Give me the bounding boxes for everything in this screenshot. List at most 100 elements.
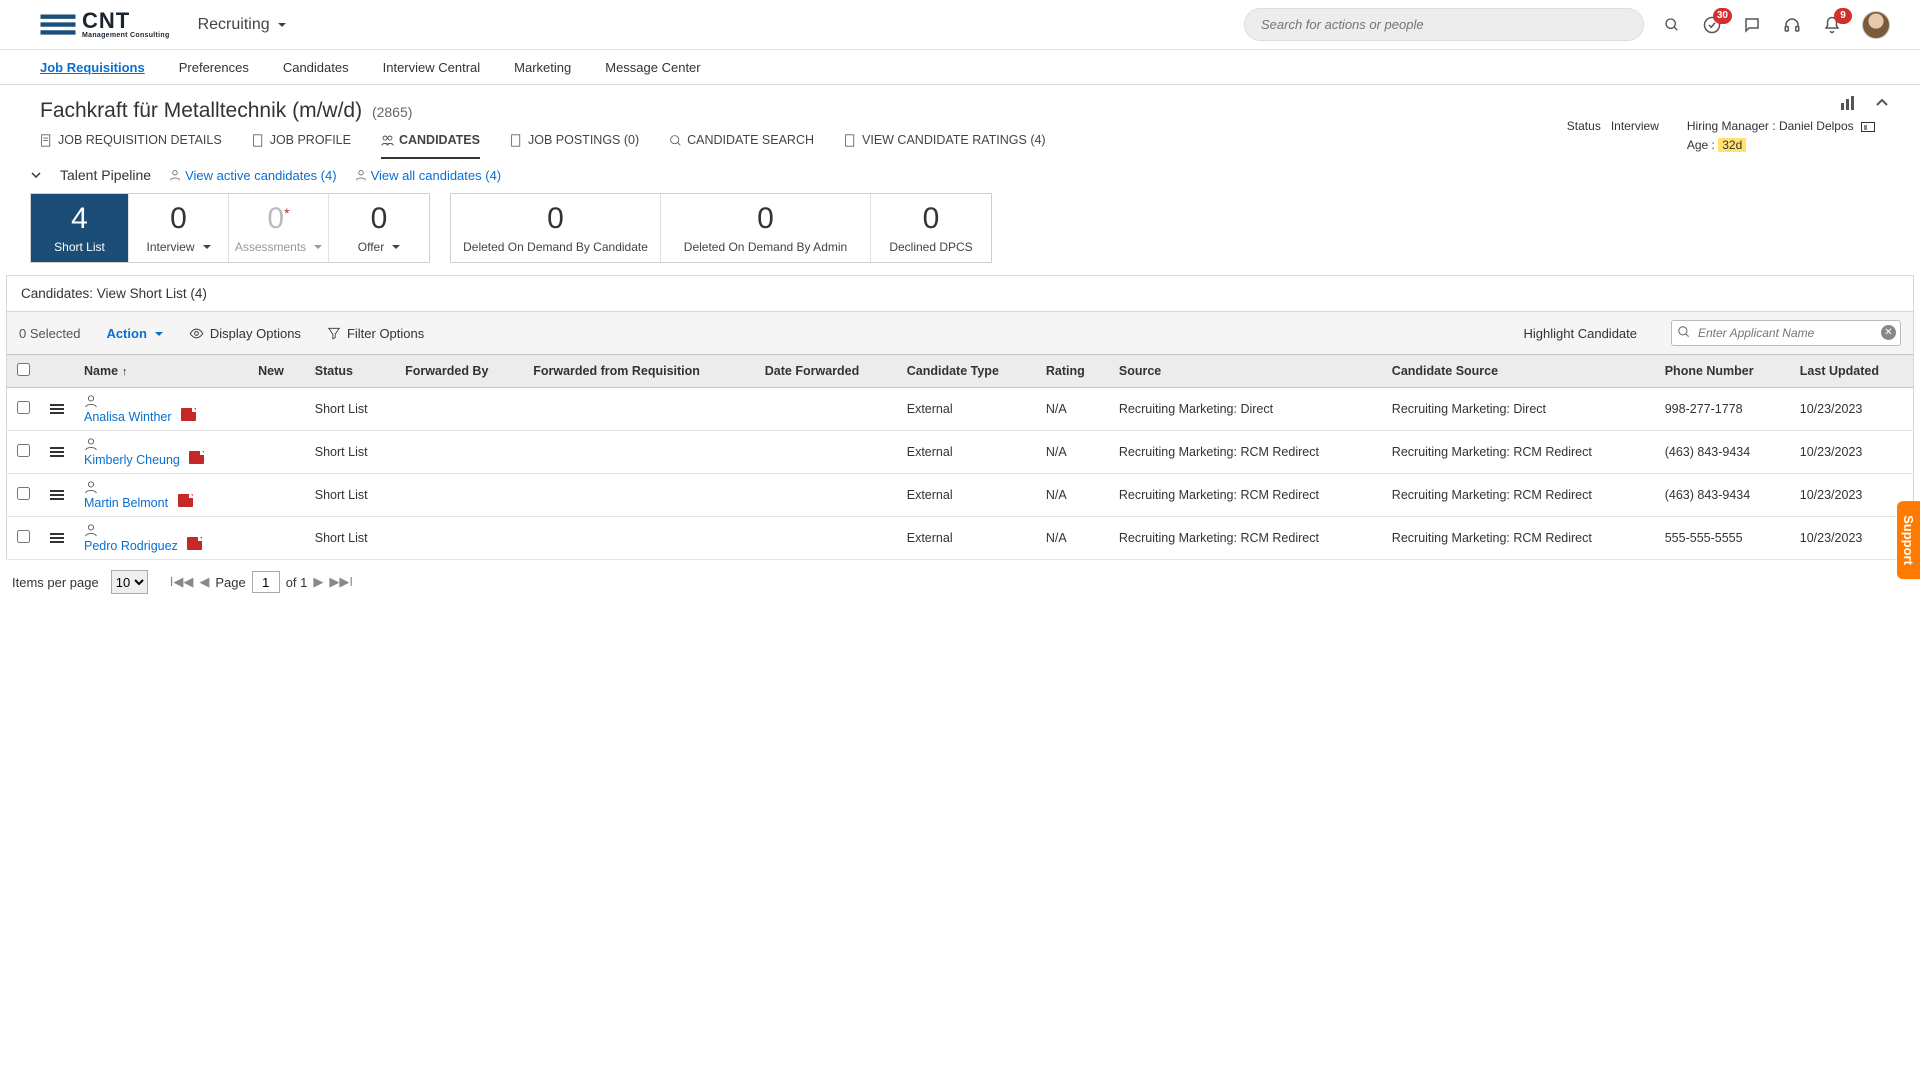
col-forwarded-by[interactable]: Forwarded By bbox=[395, 355, 523, 388]
subtab-search[interactable]: CANDIDATE SEARCH bbox=[669, 133, 814, 159]
table-row: Martin Belmont Short List External N/A R… bbox=[7, 474, 1914, 517]
search-icon[interactable] bbox=[1662, 15, 1682, 35]
status-value: Interview bbox=[1611, 119, 1659, 133]
support-tab[interactable]: Support bbox=[1897, 501, 1920, 579]
subtab-details-label: JOB REQUISITION DETAILS bbox=[58, 133, 222, 147]
col-name[interactable]: Name↑ bbox=[74, 355, 248, 388]
pager: Items per page 10 I◀◀ ◀ Page of 1 ▶ ▶▶I bbox=[0, 560, 1920, 604]
nav-message-center[interactable]: Message Center bbox=[605, 60, 700, 75]
highlight-search[interactable]: ✕ bbox=[1671, 320, 1901, 346]
nav-job-requisitions[interactable]: Job Requisitions bbox=[40, 60, 145, 75]
col-source[interactable]: Source bbox=[1109, 355, 1382, 388]
col-status[interactable]: Status bbox=[305, 355, 395, 388]
main-nav: Job Requisitions Preferences Candidates … bbox=[0, 50, 1920, 85]
todo-icon[interactable]: 30 bbox=[1702, 15, 1722, 35]
candidate-name-link[interactable]: Pedro Rodriguez bbox=[84, 539, 178, 553]
subtab-details[interactable]: JOB REQUISITION DETAILS bbox=[40, 133, 222, 159]
person-icon bbox=[84, 437, 98, 451]
stage-short-list[interactable]: 4 Short List bbox=[31, 194, 129, 262]
of-pages: of 1 bbox=[286, 575, 308, 590]
clear-icon[interactable]: ✕ bbox=[1881, 325, 1896, 340]
row-menu-icon[interactable] bbox=[50, 447, 64, 457]
requisition-title: Fachkraft für Metalltechnik (m/w/d) bbox=[40, 99, 362, 122]
highlight-input[interactable] bbox=[1671, 320, 1901, 346]
chart-icon[interactable] bbox=[1840, 95, 1856, 111]
nav-preferences[interactable]: Preferences bbox=[179, 60, 249, 75]
subtab-candidates[interactable]: CANDIDATES bbox=[381, 133, 480, 159]
link-view-active[interactable]: View active candidates (4) bbox=[169, 168, 337, 183]
items-per-page-select[interactable]: 10 bbox=[111, 570, 148, 594]
subtab-profile[interactable]: JOB PROFILE bbox=[252, 133, 351, 159]
brand-logo: CNT Management Consulting bbox=[40, 10, 170, 39]
resume-pdf-icon[interactable] bbox=[178, 494, 193, 507]
global-search[interactable] bbox=[1244, 8, 1644, 41]
global-search-input[interactable] bbox=[1244, 8, 1644, 41]
nav-interview-central[interactable]: Interview Central bbox=[383, 60, 481, 75]
row-checkbox[interactable] bbox=[17, 487, 30, 500]
headset-icon[interactable] bbox=[1782, 15, 1802, 35]
bell-icon[interactable]: 9 bbox=[1822, 15, 1842, 35]
doc-icon bbox=[40, 134, 53, 147]
col-phone[interactable]: Phone Number bbox=[1655, 355, 1790, 388]
row-checkbox[interactable] bbox=[17, 444, 30, 457]
stage-declined-dpcs[interactable]: 0 Declined DPCS bbox=[871, 194, 991, 262]
cell-type: External bbox=[897, 517, 1036, 560]
filter-options[interactable]: Filter Options bbox=[327, 326, 424, 341]
resume-pdf-icon[interactable] bbox=[189, 451, 204, 464]
nav-marketing[interactable]: Marketing bbox=[514, 60, 571, 75]
col-csource[interactable]: Candidate Source bbox=[1382, 355, 1655, 388]
stage-assessments[interactable]: 0* Assessments bbox=[229, 194, 329, 262]
row-menu-icon[interactable] bbox=[50, 490, 64, 500]
candidate-name-link[interactable]: Kimberly Cheung bbox=[84, 453, 180, 467]
stage-deleted-admin[interactable]: 0 Deleted On Demand By Admin bbox=[661, 194, 871, 262]
module-dropdown[interactable]: Recruiting bbox=[198, 16, 286, 34]
col-new[interactable]: New bbox=[248, 355, 305, 388]
select-all-checkbox[interactable] bbox=[17, 363, 30, 376]
candidates-table: Name↑ New Status Forwarded By Forwarded … bbox=[6, 354, 1914, 560]
highlight-label: Highlight Candidate bbox=[1524, 326, 1637, 341]
col-date-forwarded[interactable]: Date Forwarded bbox=[755, 355, 897, 388]
last-page-icon[interactable]: ▶▶I bbox=[329, 574, 353, 590]
nav-candidates[interactable]: Candidates bbox=[283, 60, 349, 75]
cell-source: Recruiting Marketing: Direct bbox=[1109, 388, 1382, 431]
sort-asc-icon: ↑ bbox=[122, 366, 128, 378]
row-checkbox[interactable] bbox=[17, 401, 30, 414]
candidate-name-link[interactable]: Martin Belmont bbox=[84, 496, 168, 510]
row-menu-icon[interactable] bbox=[50, 533, 64, 543]
cell-source: Recruiting Marketing: RCM Redirect bbox=[1109, 474, 1382, 517]
resume-pdf-icon[interactable] bbox=[187, 537, 202, 550]
age-value: 32d bbox=[1718, 138, 1746, 152]
cell-updated: 10/23/2023 bbox=[1790, 431, 1914, 474]
pipeline-group-1: 4 Short List 0 Interview 0* Assessments … bbox=[30, 193, 430, 263]
eye-icon bbox=[189, 326, 204, 341]
chevron-down-icon[interactable] bbox=[30, 169, 42, 181]
stage-offer[interactable]: 0 Offer bbox=[329, 194, 429, 262]
col-updated[interactable]: Last Updated bbox=[1790, 355, 1914, 388]
first-page-icon[interactable]: I◀◀ bbox=[170, 574, 194, 590]
prev-page-icon[interactable]: ◀ bbox=[199, 574, 209, 590]
col-forwarded-from[interactable]: Forwarded from Requisition bbox=[523, 355, 755, 388]
collapse-icon[interactable] bbox=[1874, 95, 1890, 111]
user-avatar[interactable] bbox=[1862, 11, 1890, 39]
cell-source: Recruiting Marketing: RCM Redirect bbox=[1109, 431, 1382, 474]
next-page-icon[interactable]: ▶ bbox=[313, 574, 323, 590]
row-checkbox[interactable] bbox=[17, 530, 30, 543]
candidate-name-link[interactable]: Analisa Winther bbox=[84, 410, 172, 424]
action-menu[interactable]: Action bbox=[106, 326, 162, 341]
stage-deleted-candidate[interactable]: 0 Deleted On Demand By Candidate bbox=[451, 194, 661, 262]
col-rating[interactable]: Rating bbox=[1036, 355, 1109, 388]
row-menu-icon[interactable] bbox=[50, 404, 64, 414]
display-options[interactable]: Display Options bbox=[189, 326, 301, 341]
page-input[interactable] bbox=[252, 571, 280, 593]
subtab-ratings[interactable]: VIEW CANDIDATE RATINGS (4) bbox=[844, 133, 1046, 159]
resume-pdf-icon[interactable] bbox=[181, 408, 196, 421]
cell-phone: (463) 843-9434 bbox=[1655, 431, 1790, 474]
bell-badge: 9 bbox=[1834, 8, 1852, 24]
stage-interview[interactable]: 0 Interview bbox=[129, 194, 229, 262]
subtab-postings[interactable]: JOB POSTINGS (0) bbox=[510, 133, 639, 159]
logo-text: CNT Management Consulting bbox=[82, 10, 170, 39]
link-view-all[interactable]: View all candidates (4) bbox=[355, 168, 502, 183]
contact-card-icon[interactable] bbox=[1861, 122, 1875, 132]
chat-icon[interactable] bbox=[1742, 15, 1762, 35]
col-type[interactable]: Candidate Type bbox=[897, 355, 1036, 388]
